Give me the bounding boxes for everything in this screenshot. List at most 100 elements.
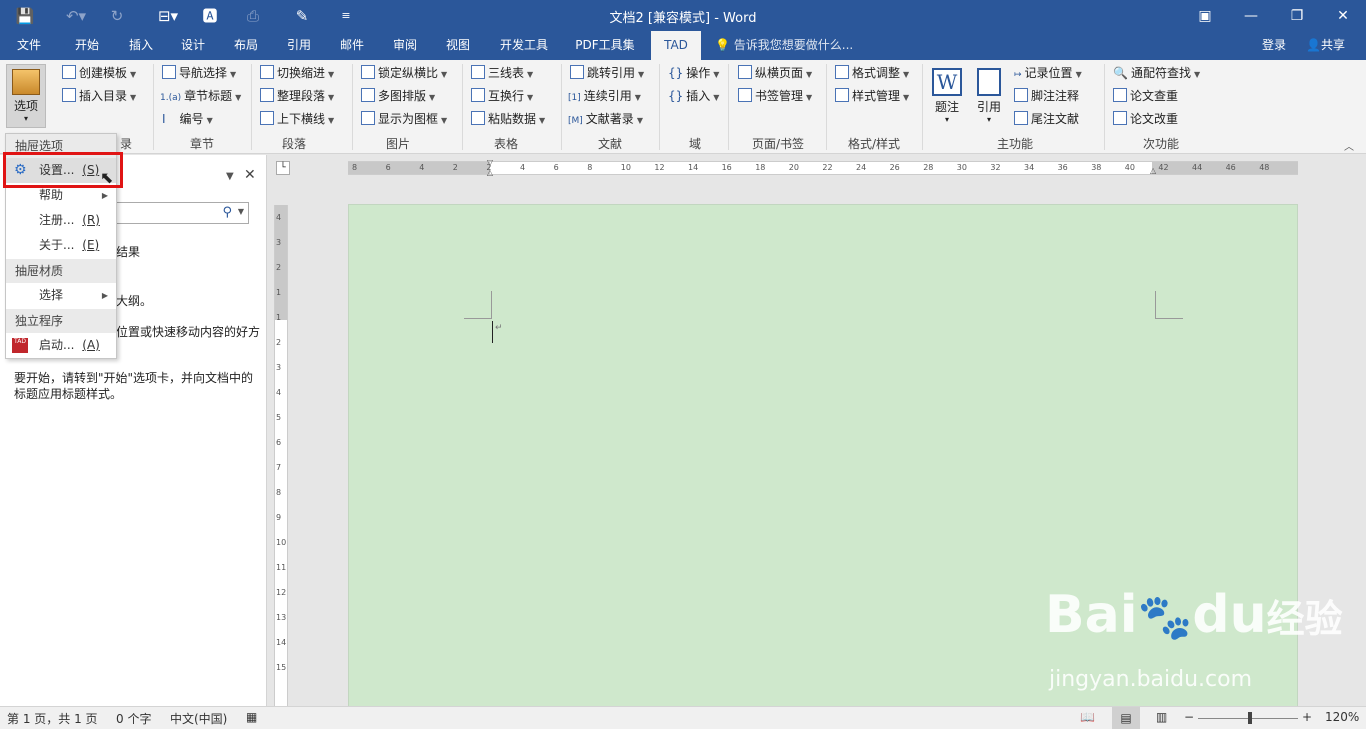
tab-insert[interactable]: 插入 [116,31,166,60]
chapter-title-button[interactable]: 1.(a) 章节标题 ▼ [160,86,241,106]
caption-button[interactable]: W 题注 ▾ [928,64,966,124]
vertical-ruler[interactable]: 4 3 2 1 1 2 3 4 5 6 7 8 9 10 11 12 13 14 15 [274,205,288,706]
ruler-tick-label: 6 [385,163,391,172]
continuous-reference-button[interactable]: [1] 连续引用 ▼ [568,86,641,106]
read-mode-icon[interactable]: 📖 [1080,710,1095,724]
menu-item-select[interactable]: 选择 ▶ [6,283,116,308]
field-insert-button[interactable]: {} 插入 ▼ [668,86,719,106]
lock-ratio-button[interactable]: 锁定纵横比 ▼ [361,63,447,83]
search-icon: 🔍 [1113,66,1128,80]
group-label-table: 表格 [493,137,518,151]
multi-image-button[interactable]: 多图排版 ▼ [361,86,435,106]
print-layout-icon[interactable]: ▤ [1112,707,1140,729]
login-link[interactable]: 登录 [1262,31,1286,60]
restore-icon[interactable]: ❐ [1274,0,1320,31]
ruler-tick-label: 2 [452,163,458,172]
style-manage-button[interactable]: 样式管理 ▼ [835,86,909,106]
zoom-in-icon[interactable]: + [1302,710,1312,724]
tell-me-box[interactable]: 💡 告诉我您想要做什么... [715,31,853,60]
insert-toc-button[interactable]: 插入目录 ▼ [62,86,136,106]
footnote-icon [1014,88,1028,102]
submenu-arrow-icon: ▶ [101,291,108,300]
footnote-button[interactable]: 脚注注释 [1014,86,1079,106]
pane-options-icon[interactable]: ▼ [226,171,234,182]
share-button[interactable]: 👤共享 [1300,34,1356,57]
menu-item-launch[interactable]: TAD 启动... (A) [6,333,116,358]
tab-home[interactable]: 开始 [62,31,112,60]
language-indicator[interactable]: 中文(中国) [170,710,227,727]
page-count[interactable]: 第 1 页，共 1 页 [7,710,98,727]
search-dropdown-icon[interactable]: ▼ [238,207,244,216]
ruler-tick-label: 1 [276,313,282,322]
zoom-out-icon[interactable]: − [1184,710,1194,724]
ruler-tick-label: 3 [276,238,282,247]
tab-references[interactable]: 引用 [274,31,324,60]
ruler-tick-label: 6 [276,438,282,447]
menu-item-about[interactable]: 关于... (E) [6,233,116,258]
reference-button[interactable]: 引用 ▾ [970,64,1008,124]
margin-mark-top-left [464,291,492,319]
ribbon-display-icon[interactable]: ▣ [1182,0,1228,31]
numbering-button[interactable]: I 编号 ▼ [162,109,213,129]
results-tab[interactable]: 结果 [116,243,140,260]
group-label-page-bookmark: 页面/书签 [751,137,805,151]
paragraph-mark-icon: ↵ [495,323,503,333]
horizontal-ruler[interactable]: ▽ △ △ 8 6 4 2 2 4 6 8 10 12 14 16 18 20 22 24 26 28 30 32 34 3… [348,158,1298,177]
nav-select-button[interactable]: 导航选择 ▼ [162,63,236,83]
tab-developer[interactable]: 开发工具 [492,31,556,60]
tab-pdf-tools[interactable]: PDF工具集 [568,31,642,60]
numbering-icon: I [162,112,166,126]
menu-item-register[interactable]: 注册... (R) [6,208,116,233]
create-template-button[interactable]: 创建模板 ▼ [62,63,136,83]
field-operation-button[interactable]: {} 操作 ▼ [668,63,719,83]
format-adjust-button[interactable]: 格式调整 ▼ [835,63,909,83]
close-icon[interactable]: ✕ [1320,0,1366,31]
right-indent-marker[interactable]: △ [1150,166,1156,175]
swap-rows-button[interactable]: 互换行 ▼ [471,86,533,106]
tab-file[interactable]: 文件 [4,31,54,60]
horizontal-lines-button[interactable]: 上下横线 ▼ [260,109,334,129]
tab-review[interactable]: 审阅 [380,31,430,60]
rewrite-icon [1113,111,1127,125]
pane-close-icon[interactable]: ✕ [244,167,256,183]
three-line-table-button[interactable]: 三线表 ▼ [471,63,533,83]
toggle-indent-button[interactable]: 切换缩进 ▼ [260,63,334,83]
ribbon: 选项 ▾ 创建模板 ▼ 插入目录 ▼ 录 导航选择 ▼ 1.(a) 章节标题 ▼ I 编号 ▼… [0,60,1366,154]
bookmark-manage-button[interactable]: 书签管理 ▼ [738,86,812,106]
wildcard-find-button[interactable]: 🔍 通配符查找 ▼ [1113,63,1200,83]
rewrite-button[interactable]: 论文改重 [1113,109,1178,129]
word-w-icon: W [932,68,962,96]
lightbulb-icon: 💡 [715,38,730,52]
search-document-input[interactable]: ⚲ ▼ [112,202,249,224]
tab-view[interactable]: 视图 [433,31,483,60]
tab-selector[interactable]: └ [276,161,290,175]
ruler-tick-label: 4 [276,388,282,397]
tidy-paragraph-button[interactable]: 整理段落 ▼ [260,86,334,106]
endnote-button[interactable]: 尾注文献 [1014,109,1079,129]
tab-mailings[interactable]: 邮件 [327,31,377,60]
bibliography-button[interactable]: [M] 文献著录 ▼ [568,109,643,129]
show-frame-button[interactable]: 显示为图框 ▼ [361,109,447,129]
paw-icon: 🐾 [1137,592,1193,643]
nav-help-fragment: 大纲。 [116,294,153,308]
plagiarism-check-button[interactable]: 论文查重 [1113,86,1178,106]
web-layout-icon[interactable]: ▥ [1156,710,1167,724]
portrait-landscape-button[interactable]: 纵横页面 ▼ [738,63,812,83]
record-position-button[interactable]: ↦ 记录位置 ▼ [1014,63,1082,83]
tab-layout[interactable]: 布局 [221,31,271,60]
ruler-tick-label: 28 [923,163,934,172]
paste-data-button[interactable]: 粘贴数据 ▼ [471,109,545,129]
page-orient-icon [738,65,752,79]
jump-reference-button[interactable]: 跳转引用 ▼ [570,63,644,83]
options-button[interactable]: 选项 ▾ [6,64,46,128]
ruler-tick-label: 10 [620,163,631,172]
minimize-icon[interactable]: — [1228,0,1274,31]
word-count[interactable]: 0 个字 [116,710,151,727]
zoom-slider-thumb[interactable] [1248,712,1252,724]
collapse-ribbon-icon[interactable]: ︿ [1344,138,1354,153]
tab-design[interactable]: 设计 [168,31,218,60]
ruler-tick-label: 22 [822,163,833,172]
tab-tad[interactable]: TAD [651,31,701,60]
zoom-level[interactable]: 120% [1325,710,1359,724]
macro-record-icon[interactable]: ▦ [246,710,257,724]
